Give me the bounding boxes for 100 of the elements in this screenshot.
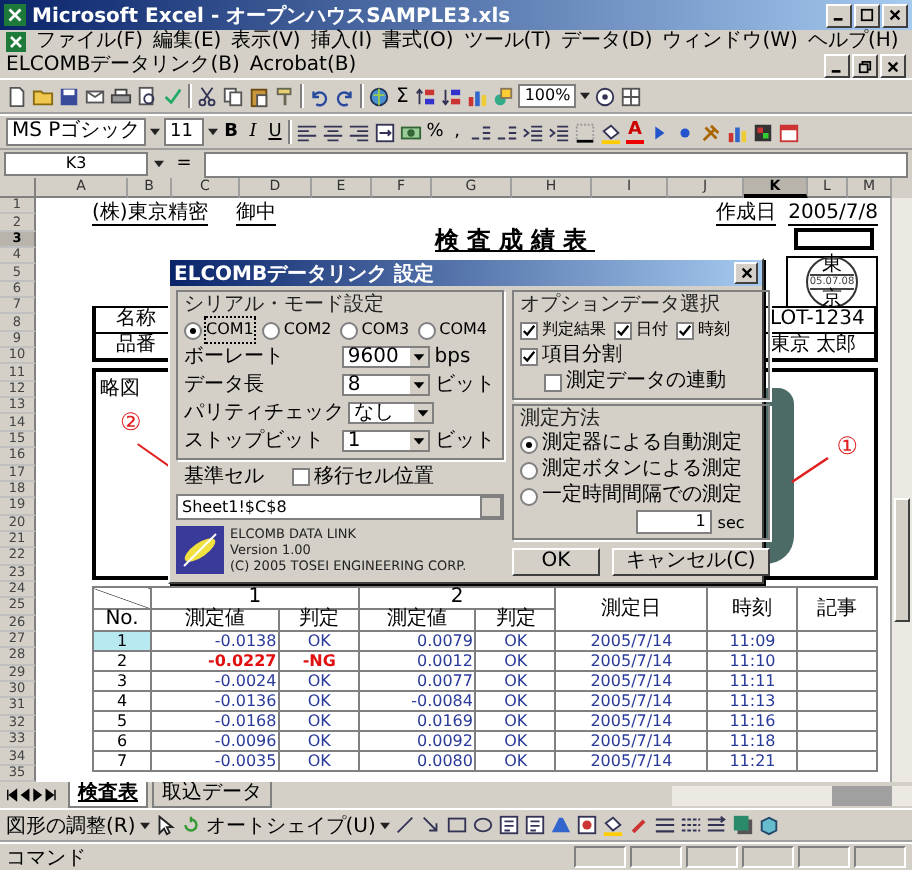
shadow-icon[interactable] — [731, 814, 754, 836]
dialog-button[interactable]: キャンセル(C) — [612, 548, 770, 576]
menu-item[interactable]: 表示(V) — [231, 30, 301, 54]
line-style-icon[interactable] — [653, 814, 676, 836]
sheet-tab[interactable]: 検査表 — [68, 782, 148, 808]
minimize-button[interactable] — [826, 3, 852, 27]
formula-equals-button[interactable]: = — [170, 154, 198, 174]
workbook-icon[interactable] — [6, 32, 26, 52]
close-icon[interactable] — [886, 59, 900, 73]
radio-label[interactable]: COM2 — [283, 318, 332, 342]
checkbox[interactable] — [520, 321, 538, 339]
dropdown-arrow-icon[interactable] — [413, 404, 432, 422]
fill-color-icon[interactable] — [601, 814, 624, 836]
sort-ascending-icon[interactable] — [414, 85, 437, 107]
radio-button[interactable] — [520, 487, 538, 505]
close-button[interactable] — [880, 54, 906, 78]
fill-color-icon[interactable] — [600, 121, 622, 143]
caret-icon[interactable] — [379, 821, 390, 829]
font-size-dropdown[interactable]: 11 — [164, 118, 204, 146]
dropdown-arrow-icon[interactable] — [410, 376, 429, 394]
arrange-menu-button[interactable]: 図形の調整(R) — [6, 811, 136, 839]
interval-spinner[interactable]: 1 — [635, 510, 712, 534]
grid-icon[interactable] — [620, 85, 643, 107]
checkbox[interactable] — [676, 321, 694, 339]
mail-icon[interactable] — [84, 85, 106, 107]
checkbox-label[interactable]: 日付 — [636, 318, 668, 342]
font-dropdown[interactable]: MS Pゴシック — [6, 118, 146, 146]
dropdown[interactable]: 9600 — [341, 346, 431, 368]
hyperlink-icon[interactable] — [368, 85, 390, 107]
font-color-button[interactable]: A — [626, 121, 644, 143]
formula-input[interactable] — [204, 151, 908, 177]
align-center-icon[interactable] — [322, 121, 344, 143]
underline-button[interactable]: U — [266, 122, 284, 142]
italic-button[interactable]: I — [244, 122, 262, 142]
menu-item[interactable]: データ(D) — [561, 30, 653, 54]
menu-item[interactable]: ファイル(F) — [36, 30, 144, 54]
dialog-button[interactable]: OK — [512, 548, 600, 576]
copy-icon[interactable] — [222, 85, 244, 107]
close-icon[interactable] — [888, 8, 902, 22]
checkbox-label[interactable]: 時刻 — [698, 318, 730, 342]
arrow-icon[interactable] — [419, 814, 442, 836]
currency-icon[interactable] — [400, 121, 422, 143]
outdent-icon[interactable] — [522, 121, 544, 143]
menu-item[interactable]: 編集(E) — [153, 30, 222, 54]
paste-icon[interactable] — [248, 85, 270, 107]
spell-check-icon[interactable] — [162, 85, 184, 107]
undo-icon[interactable] — [308, 85, 330, 107]
checkbox[interactable] — [292, 468, 310, 486]
autoshape-menu-button[interactable]: オートシェイプ(U) — [205, 811, 376, 839]
open-folder-icon[interactable] — [32, 85, 54, 107]
redo-icon[interactable] — [334, 85, 356, 107]
text-box-icon[interactable] — [497, 814, 520, 836]
vertical-text-box-icon[interactable] — [523, 814, 546, 836]
maximize-button[interactable] — [854, 3, 880, 27]
restore-button[interactable] — [852, 54, 878, 78]
format-painter-icon[interactable] — [274, 85, 296, 107]
merge-cells-icon[interactable] — [374, 121, 396, 143]
select-all-button[interactable] — [0, 178, 36, 198]
cut-icon[interactable] — [196, 85, 218, 107]
checkbox-label[interactable]: 測定データの連動 — [566, 370, 726, 394]
rectangle-icon[interactable] — [445, 814, 468, 836]
caret-icon[interactable] — [580, 92, 591, 100]
checkbox[interactable] — [520, 347, 538, 365]
percent-button[interactable]: % — [426, 122, 444, 142]
border-icon[interactable] — [574, 121, 596, 143]
caret-icon[interactable] — [139, 821, 150, 829]
drawing-icon[interactable] — [492, 85, 515, 107]
radio-label[interactable]: 測定器による自動測定 — [542, 432, 742, 456]
menu-item[interactable]: Acrobat(B) — [249, 54, 357, 78]
maximize-icon[interactable] — [860, 8, 874, 22]
pointer-icon[interactable] — [153, 814, 176, 836]
sort-descending-icon[interactable] — [440, 85, 463, 107]
dropdown[interactable]: なし — [348, 402, 434, 424]
dropdown[interactable]: 1 — [341, 430, 431, 452]
radio-label[interactable]: COM4 — [439, 318, 487, 342]
name-box[interactable]: K3 — [4, 152, 148, 176]
radio-button[interactable] — [520, 461, 538, 479]
radio-button[interactable] — [417, 321, 436, 339]
close-button[interactable] — [882, 3, 908, 27]
caret-icon[interactable] — [150, 128, 160, 136]
zoom-dropdown[interactable]: 100% — [518, 84, 577, 108]
dropdown-arrow-icon[interactable] — [410, 348, 429, 366]
print-preview-icon[interactable] — [136, 85, 158, 107]
save-icon[interactable] — [58, 85, 80, 107]
align-right-icon[interactable] — [348, 121, 370, 143]
checkbox-label[interactable]: 移行セル位置 — [314, 465, 434, 489]
checkbox-label[interactable]: 判定結果 — [542, 318, 606, 342]
restore-icon[interactable] — [858, 59, 872, 73]
oval-icon[interactable] — [471, 814, 494, 836]
menu-item[interactable]: 書式(O) — [382, 30, 454, 54]
range-picker-button[interactable] — [480, 496, 502, 518]
vertical-scrollbar[interactable] — [890, 198, 912, 782]
radio-label[interactable]: COM1 — [206, 318, 254, 342]
indent-icon[interactable] — [548, 121, 570, 143]
radio-button[interactable] — [520, 435, 538, 453]
caret-icon[interactable] — [154, 160, 164, 168]
checkbox[interactable] — [614, 321, 632, 339]
menu-item[interactable]: ウィンドウ(W) — [662, 30, 798, 54]
dropdown-arrow-icon[interactable] — [410, 432, 429, 450]
radio-label[interactable]: 測定ボタンによる測定 — [542, 458, 742, 482]
